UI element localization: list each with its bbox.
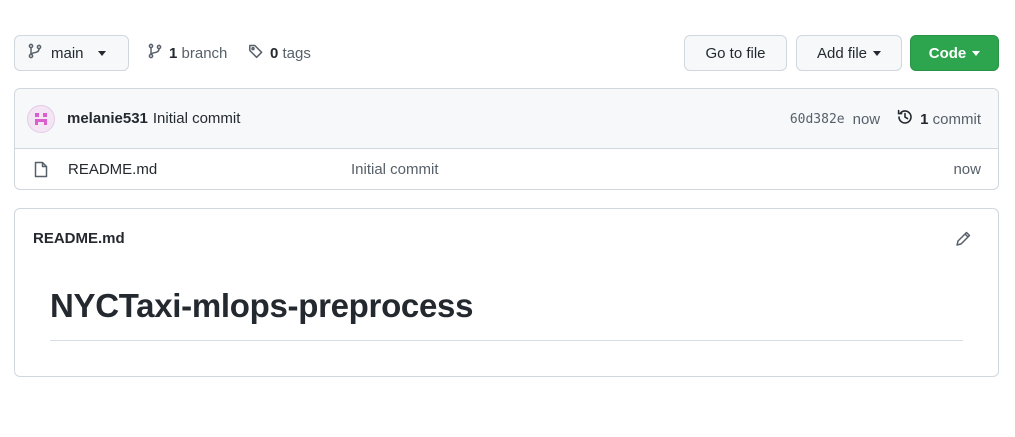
history-icon <box>896 108 914 130</box>
caret-down-icon <box>97 50 106 56</box>
code-label: Code <box>928 44 967 62</box>
add-file-label: Add file <box>816 44 868 62</box>
file-row[interactable]: README.md Initial commit now <box>15 149 998 189</box>
code-button[interactable]: Code <box>910 35 999 71</box>
readme-heading: NYCTaxi-mlops-preprocess <box>50 287 474 324</box>
avatar[interactable] <box>27 104 55 133</box>
heading-divider <box>50 340 963 341</box>
tag-label: tags <box>282 44 311 62</box>
tag-icon <box>248 43 264 63</box>
add-file-button[interactable]: Add file <box>796 35 902 71</box>
commit-label: commit <box>932 110 981 128</box>
latest-commit-bar: melanie531 Initial commit 60d382e now 1 … <box>15 89 998 149</box>
commit-message[interactable]: Initial commit <box>153 110 241 127</box>
branch-count: 1 <box>169 44 178 62</box>
caret-down-icon <box>873 50 882 56</box>
file-browser: melanie531 Initial commit 60d382e now 1 … <box>14 88 999 190</box>
caret-down-icon <box>972 50 981 56</box>
file-icon <box>34 161 48 182</box>
branch-select-button[interactable]: main <box>14 35 129 71</box>
commit-age: now <box>852 110 881 128</box>
readme-panel: README.md NYCTaxi-mlops-preprocess <box>14 208 999 377</box>
commit-count: 1 <box>920 110 929 128</box>
commit-meta: 60d382e now 1 commit <box>790 89 981 149</box>
branches-link[interactable]: 1 branch <box>147 35 227 71</box>
commit-sha[interactable]: 60d382e <box>790 112 845 127</box>
file-age: now <box>953 161 981 178</box>
commits-link[interactable]: 1 commit <box>896 108 981 130</box>
branch-name: main <box>51 44 84 62</box>
repo-toolbar: main 1 branch 0 tags Go to file Add file… <box>14 35 999 71</box>
readme-title[interactable]: README.md <box>33 230 125 247</box>
file-commit-message[interactable]: Initial commit <box>351 161 439 178</box>
pencil-icon[interactable] <box>955 230 972 251</box>
file-name[interactable]: README.md <box>68 161 157 178</box>
commit-author[interactable]: melanie531 <box>67 110 148 127</box>
go-to-file-button[interactable]: Go to file <box>684 35 787 71</box>
git-branch-icon <box>147 43 163 63</box>
branch-label: branch <box>181 44 228 62</box>
tag-count: 0 <box>270 44 279 62</box>
tags-link[interactable]: 0 tags <box>248 35 311 71</box>
git-branch-icon <box>27 43 43 63</box>
